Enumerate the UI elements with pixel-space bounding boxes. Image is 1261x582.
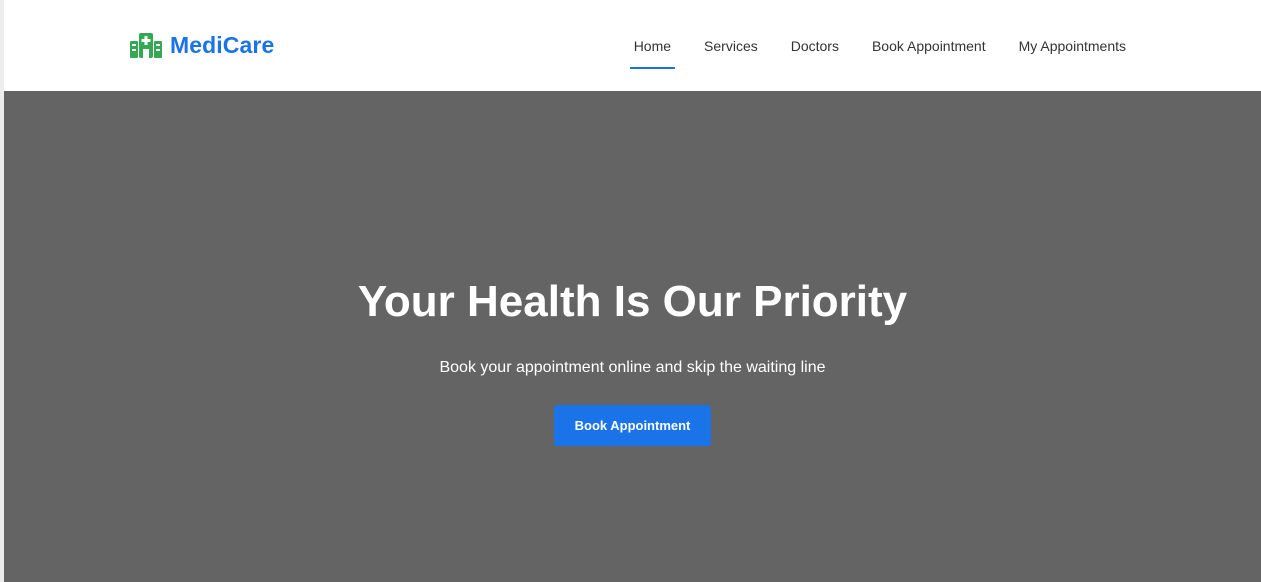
hero-subtitle: Book your appointment online and skip th… <box>439 359 826 376</box>
hospital-icon <box>130 32 162 58</box>
main-nav: Home Services Doctors Book Appointment M… <box>605 0 1130 91</box>
nav-book-appointment[interactable]: Book Appointment <box>868 30 990 62</box>
nav-my-appointments[interactable]: My Appointments <box>1015 30 1130 62</box>
hero-section: Your Health Is Our Priority Book your ap… <box>4 91 1261 582</box>
page: MediCare Home Services Doctors Book Appo… <box>0 0 1261 582</box>
nav-services[interactable]: Services <box>700 30 762 62</box>
brand-name: MediCare <box>170 31 275 58</box>
brand-logo-link[interactable]: MediCare <box>130 30 274 60</box>
nav-doctors[interactable]: Doctors <box>787 30 843 62</box>
hero-title: Your Health Is Our Priority <box>357 277 908 326</box>
navbar: MediCare Home Services Doctors Book Appo… <box>4 0 1261 91</box>
nav-home[interactable]: Home <box>629 30 676 69</box>
book-appointment-button[interactable]: Book Appointment <box>554 405 711 446</box>
